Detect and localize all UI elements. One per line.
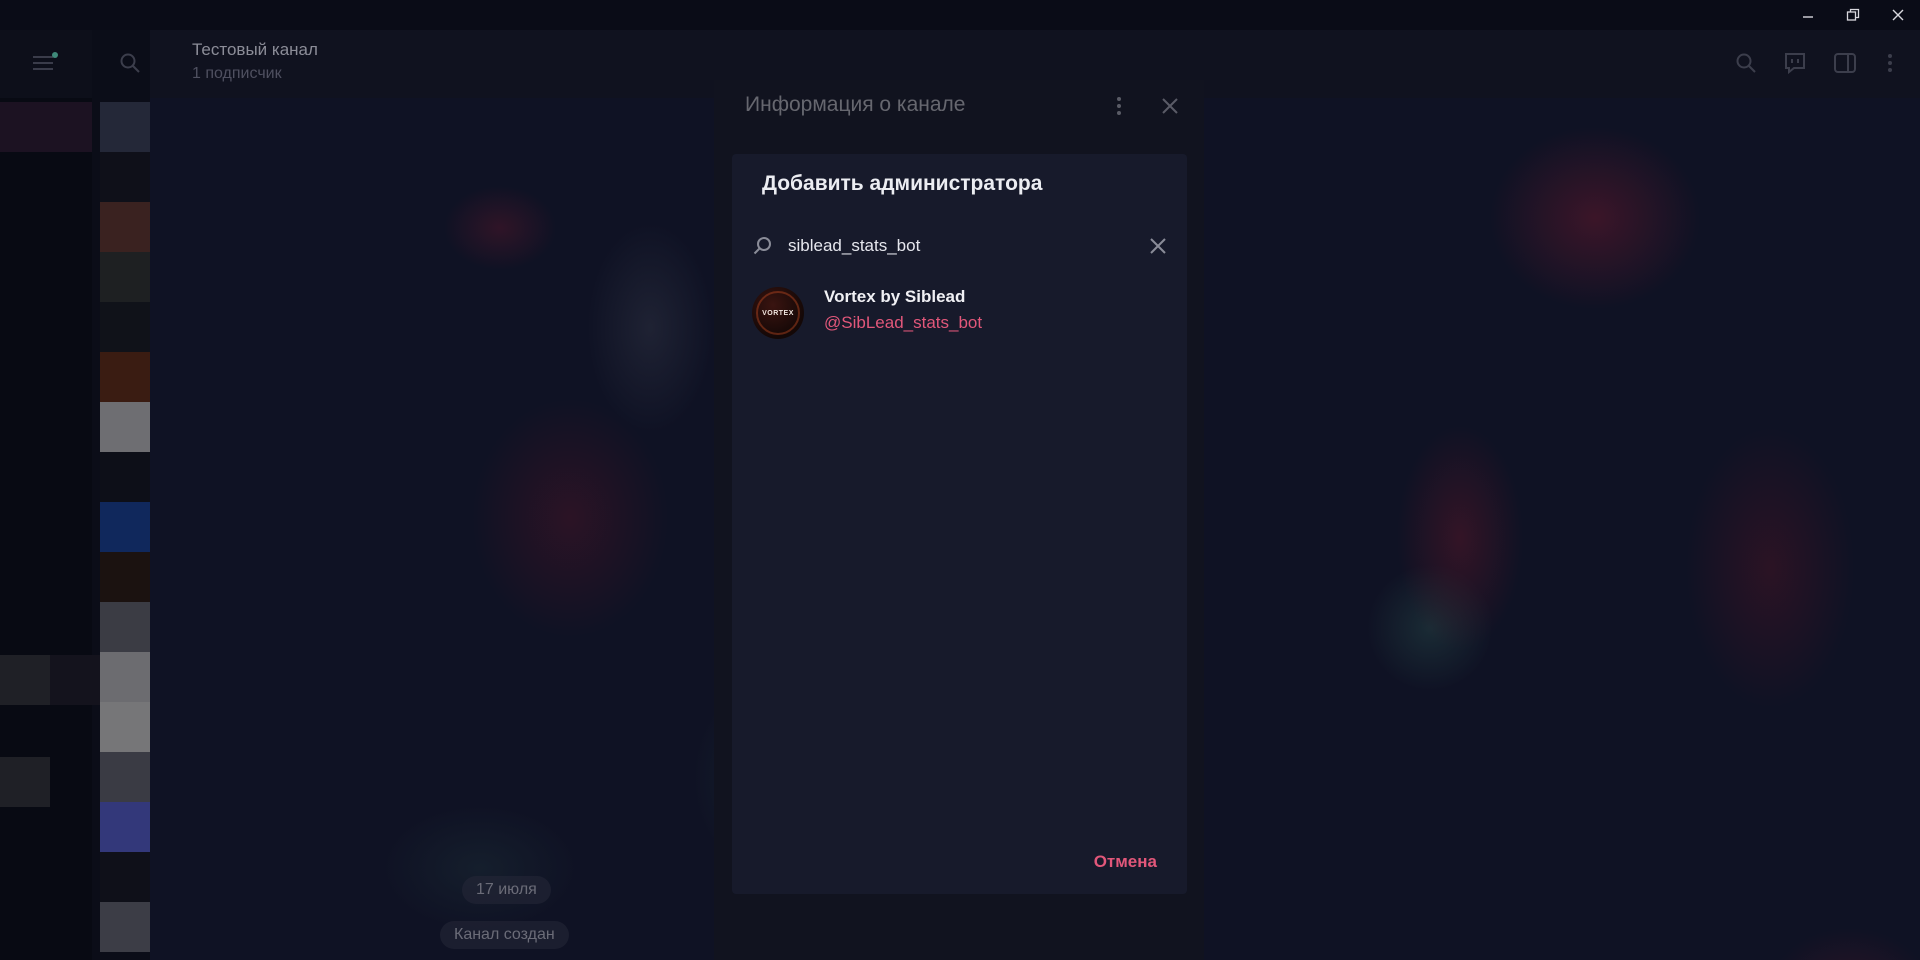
discussion-button[interactable] — [1777, 45, 1813, 81]
cancel-button[interactable]: Отмена — [1094, 852, 1157, 872]
toggle-info-panel-button[interactable] — [1827, 45, 1863, 81]
info-close-button[interactable] — [1152, 88, 1188, 124]
chat-list-item[interactable] — [100, 752, 150, 802]
chat-list-item[interactable] — [100, 652, 150, 702]
info-more-button[interactable] — [1101, 88, 1137, 124]
search-button[interactable] — [112, 45, 148, 81]
avatar-logo: VORTEX — [762, 309, 794, 317]
bot-avatar: VORTEX — [752, 287, 804, 339]
chat-list-item[interactable] — [100, 452, 150, 502]
chat-list-item[interactable] — [100, 102, 150, 152]
more-vertical-icon — [1117, 97, 1121, 115]
minimize-icon — [1803, 16, 1813, 18]
header-search-button[interactable] — [1728, 45, 1764, 81]
window-titlebar — [0, 0, 1920, 30]
restore-button[interactable] — [1833, 0, 1873, 30]
more-options-button[interactable] — [1872, 45, 1908, 81]
service-message: Канал создан — [440, 921, 569, 949]
chat-list-item[interactable] — [100, 252, 150, 302]
folder-item[interactable] — [50, 655, 100, 705]
chat-list-item[interactable] — [100, 702, 150, 752]
chat-list-item[interactable] — [100, 902, 150, 952]
search-icon — [753, 237, 771, 255]
folder-rail — [0, 30, 92, 960]
sidebar-toggle-icon — [1834, 53, 1856, 73]
search-input[interactable] — [788, 232, 1118, 260]
subscriber-count: 1 подписчик — [192, 65, 282, 82]
chat-list-item[interactable] — [100, 202, 150, 252]
chat-list-item[interactable] — [100, 552, 150, 602]
folder-item[interactable] — [0, 655, 50, 705]
dialog-title: Добавить администратора — [762, 172, 1043, 195]
chat-list-item[interactable] — [100, 602, 150, 652]
chat-list-item[interactable] — [100, 302, 150, 352]
chat-list-item[interactable] — [100, 802, 150, 852]
close-window-button[interactable] — [1878, 0, 1918, 30]
date-divider: 17 июля — [462, 876, 551, 904]
chat-list-item[interactable] — [100, 152, 150, 202]
search-icon — [120, 53, 140, 73]
main-menu-button[interactable] — [27, 45, 63, 81]
close-icon — [1150, 238, 1166, 254]
result-username: @SibLead_stats_bot — [824, 313, 983, 332]
search-result-item[interactable]: VORTEX Vortex by Siblead @SibLead_stats_… — [732, 284, 1187, 344]
comments-icon — [1785, 53, 1805, 75]
hamburger-menu-icon — [33, 52, 58, 70]
search-field[interactable] — [732, 224, 1187, 268]
close-icon — [1162, 98, 1178, 114]
restore-icon — [1846, 8, 1860, 21]
chat-list-item[interactable] — [100, 352, 150, 402]
info-panel-title: Информация о канале — [745, 93, 966, 116]
clear-search-button[interactable] — [1140, 228, 1176, 264]
chat-list-item[interactable] — [100, 502, 150, 552]
chat-list-item[interactable] — [100, 852, 150, 902]
minimize-button[interactable] — [1788, 0, 1828, 30]
folder-item[interactable] — [0, 757, 50, 807]
search-icon — [1736, 53, 1756, 73]
more-vertical-icon — [1888, 54, 1892, 72]
chat-list-item[interactable] — [100, 402, 150, 452]
close-icon — [1892, 9, 1904, 21]
channel-title[interactable]: Тестовый канал — [192, 40, 318, 60]
add-admin-dialog: Добавить администратора VORTEX Vortex by… — [732, 154, 1187, 894]
result-name: Vortex by Siblead — [824, 287, 966, 306]
active-folder-highlight — [0, 102, 100, 152]
